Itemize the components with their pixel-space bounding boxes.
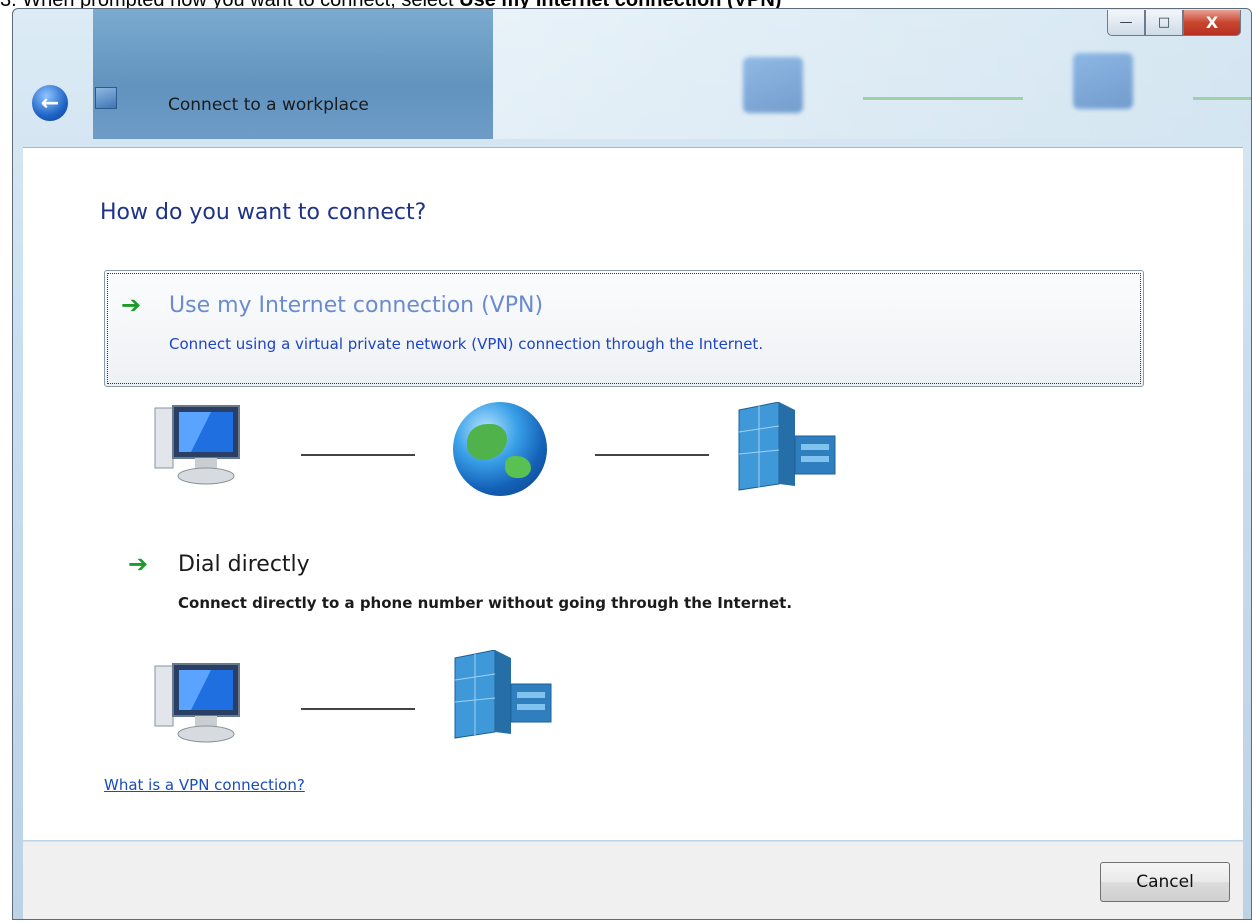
globe-icon bbox=[453, 402, 547, 496]
page-heading: How do you want to connect? bbox=[100, 200, 427, 225]
back-arrow-icon: ← bbox=[40, 90, 60, 116]
connection-line bbox=[301, 454, 415, 456]
option-dial-title: Dial directly bbox=[178, 552, 310, 577]
option-vpn-title: Use my Internet connection (VPN) bbox=[169, 293, 544, 318]
computer-icon bbox=[154, 663, 240, 743]
blurred-connection-line bbox=[863, 97, 1023, 100]
green-arrow-icon: ➔ bbox=[121, 291, 142, 319]
server-building-icon bbox=[738, 402, 836, 491]
minimize-button[interactable]: — bbox=[1107, 10, 1145, 36]
cancel-button[interactable]: Cancel bbox=[1100, 862, 1230, 902]
option-vpn-description: Connect using a virtual private network … bbox=[169, 335, 764, 353]
back-button[interactable]: ← bbox=[30, 83, 70, 123]
blurred-server-icon bbox=[1073, 53, 1133, 109]
vpn-help-link[interactable]: What is a VPN connection? bbox=[104, 776, 305, 794]
connection-line bbox=[595, 454, 709, 456]
window-controls: — □ X bbox=[1107, 10, 1241, 36]
computer-icon bbox=[154, 405, 240, 485]
network-connection-icon bbox=[95, 87, 117, 109]
connect-workplace-window: — □ X ← Connect to a workplace How do yo… bbox=[12, 8, 1252, 920]
close-button[interactable]: X bbox=[1183, 10, 1241, 36]
title-bar-decoration bbox=[93, 9, 493, 139]
option-dial-description: Connect directly to a phone number witho… bbox=[178, 594, 793, 612]
green-arrow-icon: ➔ bbox=[128, 550, 149, 578]
maximize-button[interactable]: □ bbox=[1145, 10, 1183, 36]
blurred-computer-icon bbox=[743, 57, 803, 113]
window-title: Connect to a workplace bbox=[168, 95, 369, 115]
wizard-content: How do you want to connect? ➔ Use my Int… bbox=[23, 147, 1243, 840]
option-dial[interactable]: ➔ Dial directly Connect directly to a ph… bbox=[104, 540, 1144, 630]
wizard-footer: Cancel bbox=[23, 841, 1243, 919]
option-vpn[interactable]: ➔ Use my Internet connection (VPN) Conne… bbox=[104, 270, 1144, 387]
connection-line bbox=[301, 708, 415, 710]
blurred-connection-line-2 bbox=[1193, 97, 1251, 100]
server-building-icon bbox=[454, 650, 552, 739]
